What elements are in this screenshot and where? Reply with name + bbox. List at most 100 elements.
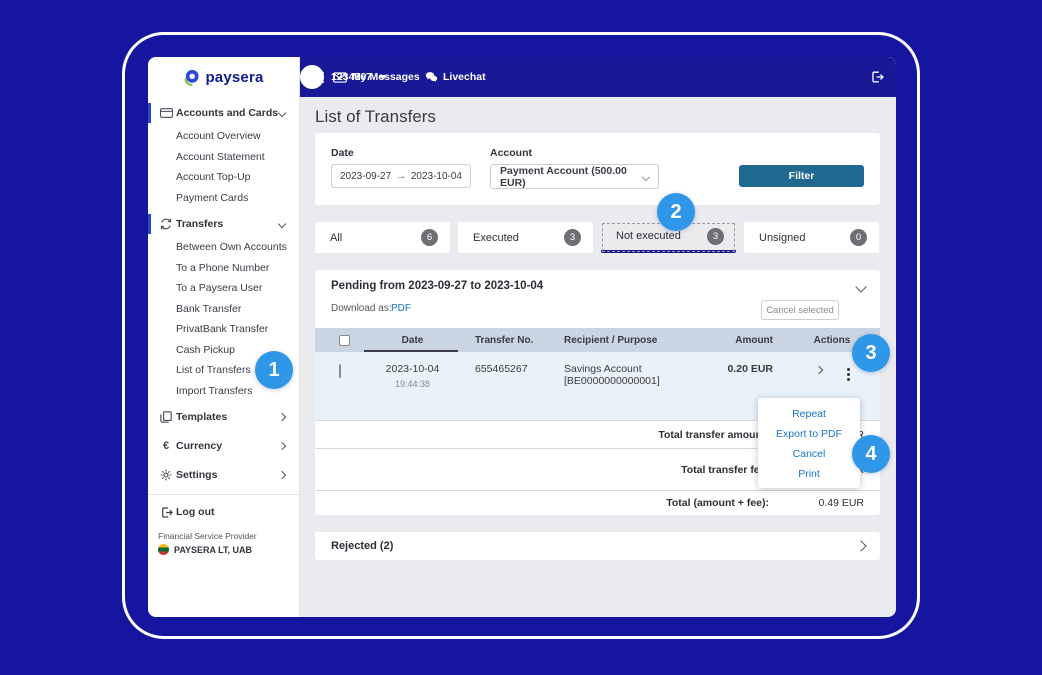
- active-section-indicator: [148, 214, 151, 234]
- sidebar-item-payment-cards[interactable]: Payment Cards: [148, 188, 299, 209]
- actions-dropdown-menu: RepeatExport to PDFCancelPrint: [758, 398, 860, 488]
- row-open-chevron-icon[interactable]: [815, 366, 823, 374]
- account-select-value: Payment Account (500.00 EUR): [500, 165, 643, 189]
- collapse-chevron-icon[interactable]: [855, 281, 866, 292]
- table-header: Date Transfer No. Recipient / Purpose Am…: [315, 328, 880, 352]
- row-recipient-iban: [BE0000000000001]: [564, 375, 660, 387]
- date-range-input[interactable]: 2023-09-27 → 2023-10-04: [331, 164, 471, 188]
- sidebar-divider: [148, 494, 299, 495]
- chevron-right-icon: [278, 442, 286, 450]
- tab-executed[interactable]: Executed3: [458, 222, 593, 253]
- status-tabs: All6Executed3Not executed3Unsigned0: [315, 222, 880, 253]
- download-as-label: Download as:: [331, 303, 392, 314]
- sidebar-section-templates[interactable]: Templates: [148, 404, 299, 430]
- rejected-label: Rejected (2): [331, 540, 393, 552]
- row-time: 19:44:38: [375, 379, 450, 389]
- paysera-logo-icon: [183, 69, 200, 86]
- livechat-label: Livechat: [443, 71, 486, 83]
- logout-label: Log out: [176, 506, 214, 518]
- select-all-checkbox[interactable]: [339, 335, 350, 346]
- sidebar-section-accounts-and-cards[interactable]: Accounts and Cards: [148, 100, 299, 126]
- cancel-selected-button[interactable]: Cancel selected: [761, 300, 839, 320]
- expand-chevron-icon: [855, 540, 866, 551]
- settings-icon: [159, 468, 173, 482]
- menu-item-repeat[interactable]: Repeat: [758, 404, 860, 424]
- sidebar-footer: Financial Service Provider PAYSERA LT, U…: [148, 525, 299, 555]
- row-checkbox[interactable]: [339, 364, 341, 378]
- my-messages-label: My Messages: [352, 71, 420, 83]
- step-badge-4: 4: [852, 435, 890, 473]
- column-amount[interactable]: Amount: [666, 328, 773, 352]
- filter-button[interactable]: Filter: [739, 165, 864, 187]
- column-recipient[interactable]: Recipient / Purpose: [564, 328, 657, 352]
- menu-item-export-to-pdf[interactable]: Export to PDF: [758, 424, 860, 444]
- menu-item-cancel[interactable]: Cancel: [758, 444, 860, 464]
- sidebar-nav: Accounts and CardsAccount OverviewAccoun…: [148, 100, 299, 488]
- chevron-down-icon: [642, 172, 650, 180]
- currency-icon: €: [159, 439, 173, 453]
- sidebar-item-to-a-phone-number[interactable]: To a Phone Number: [148, 258, 299, 279]
- chevron-down-icon: [278, 220, 286, 228]
- account-label: Account: [490, 147, 532, 159]
- livechat-button[interactable]: Livechat: [425, 71, 486, 83]
- sidebar-item-to-a-paysera-user[interactable]: To a Paysera User: [148, 278, 299, 299]
- row-amount: 0.20 EUR: [666, 363, 773, 375]
- sidebar-item-bank-transfer[interactable]: Bank Transfer: [148, 299, 299, 320]
- sidebar-item-account-overview[interactable]: Account Overview: [148, 126, 299, 147]
- hamburger-menu-icon[interactable]: [310, 69, 324, 85]
- row-date: 2023-10-04: [375, 363, 450, 375]
- sidebar-logout[interactable]: Log out: [148, 499, 299, 525]
- column-date[interactable]: Date: [375, 328, 450, 352]
- tab-count-badge: 6: [421, 229, 438, 246]
- column-transfer-no[interactable]: Transfer No.: [475, 328, 533, 352]
- pending-title: Pending from 2023-09-27 to 2023-10-04: [331, 280, 543, 292]
- sidebar-section-transfers[interactable]: Transfers: [148, 211, 299, 237]
- account-select[interactable]: Payment Account (500.00 EUR): [490, 164, 659, 189]
- logout-icon: [159, 505, 173, 519]
- chevron-right-icon: [278, 413, 286, 421]
- sidebar-item-account-statement[interactable]: Account Statement: [148, 147, 299, 168]
- lithuania-flag-icon: [158, 544, 169, 555]
- tab-count-badge: 0: [850, 229, 867, 246]
- provider-label: Financial Service Provider: [158, 531, 299, 541]
- sidebar: paysera Accounts and CardsAccount Overvi…: [148, 57, 300, 617]
- paysera-logo[interactable]: paysera: [148, 57, 299, 97]
- chevron-right-icon: [278, 471, 286, 479]
- step-badge-2: 2: [657, 193, 695, 231]
- active-section-indicator: [148, 103, 151, 123]
- menu-item-print[interactable]: Print: [758, 464, 860, 484]
- tab-unsigned[interactable]: Unsigned0: [744, 222, 879, 253]
- date-to-value: 2023-10-04: [411, 171, 462, 182]
- card-icon: [159, 106, 173, 120]
- arrow-right-icon: →: [396, 170, 407, 182]
- sidebar-item-between-own-accounts[interactable]: Between Own Accounts: [148, 237, 299, 258]
- step-badge-3: 3: [852, 334, 890, 372]
- sidebar-section-settings[interactable]: Settings: [148, 462, 299, 488]
- download-pdf-link[interactable]: PDF: [391, 303, 411, 314]
- templates-icon: [159, 410, 173, 424]
- step-badge-1: 1: [255, 351, 293, 389]
- column-actions: Actions: [809, 328, 855, 352]
- date-from-value: 2023-09-27: [340, 171, 391, 182]
- sidebar-item-privatbank-transfer[interactable]: PrivatBank Transfer: [148, 319, 299, 340]
- topbar: My Messages Livechat 1234567: [300, 57, 896, 97]
- row-transfer-no: 655465267: [475, 363, 528, 375]
- chat-icon: [425, 71, 438, 83]
- tab-all[interactable]: All6: [315, 222, 450, 253]
- chevron-down-icon: [278, 109, 286, 117]
- filter-panel: Date 2023-09-27 → 2023-10-04 Account Pay…: [315, 133, 880, 205]
- tab-count-badge: 3: [707, 228, 724, 245]
- provider-name: PAYSERA LT, UAB: [174, 545, 252, 555]
- page-title: List of Transfers: [315, 107, 436, 127]
- rejected-section[interactable]: Rejected (2): [315, 532, 880, 560]
- my-messages-button[interactable]: My Messages: [333, 71, 420, 83]
- row-actions-kebab-icon[interactable]: [843, 364, 854, 385]
- paysera-logo-text: paysera: [205, 69, 263, 86]
- sidebar-section-currency[interactable]: €Currency: [148, 433, 299, 459]
- row-recipient-name: Savings Account: [564, 363, 660, 375]
- sidebar-item-account-top-up[interactable]: Account Top-Up: [148, 167, 299, 188]
- date-label: Date: [331, 147, 354, 159]
- logout-icon[interactable]: [870, 70, 884, 84]
- transfer-icon: [159, 217, 173, 231]
- tab-count-badge: 3: [564, 229, 581, 246]
